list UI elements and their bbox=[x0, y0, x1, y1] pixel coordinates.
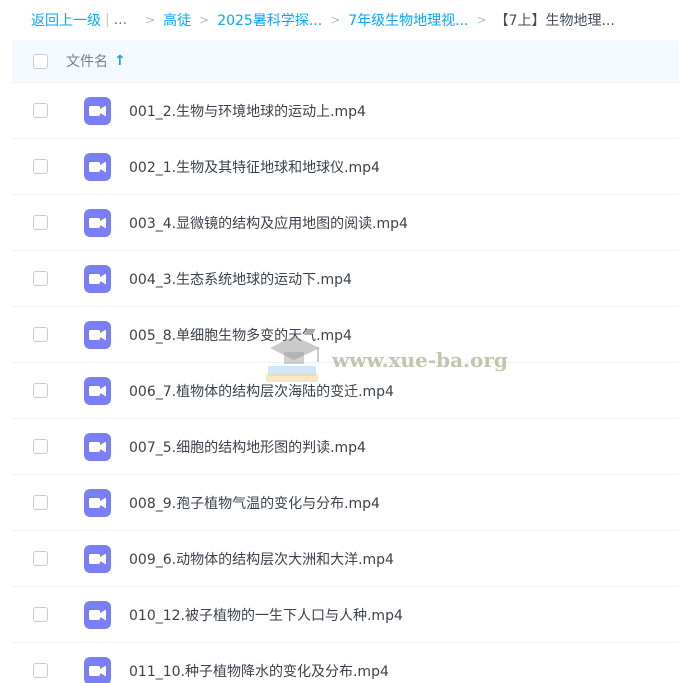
video-file-icon bbox=[84, 656, 111, 683]
video-file-icon bbox=[84, 376, 111, 405]
file-checkbox[interactable] bbox=[33, 495, 48, 510]
video-file-icon bbox=[84, 152, 111, 181]
breadcrumb: 返回上一级 | ... > 高徒 > 2025暑科学探... > 7年级生物地理… bbox=[0, 0, 679, 40]
file-name[interactable]: 003_4.显微镜的结构及应用地图的阅读.mp4 bbox=[129, 213, 408, 233]
breadcrumb-item-gaotu[interactable]: 高徒 bbox=[163, 10, 191, 30]
file-rows: 001_2.生物与环境地球的运动上.mp4 002_1.生物及其特征地球和地球仪.… bbox=[12, 83, 679, 683]
video-file-icon bbox=[84, 208, 111, 237]
breadcrumb-divider: | bbox=[105, 12, 110, 28]
breadcrumb-item-summer-science[interactable]: 2025暑科学探... bbox=[217, 10, 322, 30]
file-row[interactable]: 003_4.显微镜的结构及应用地图的阅读.mp4 bbox=[12, 195, 679, 251]
breadcrumb-arrow-icon: > bbox=[476, 13, 487, 27]
file-row[interactable]: 008_9.孢子植物气温的变化与分布.mp4 bbox=[12, 475, 679, 531]
column-header-filename[interactable]: 文件名 bbox=[66, 51, 108, 71]
file-checkbox[interactable] bbox=[33, 271, 48, 286]
file-name[interactable]: 002_1.生物及其特征地球和地球仪.mp4 bbox=[129, 157, 380, 177]
sort-ascending-icon[interactable]: ↑ bbox=[114, 53, 126, 69]
file-name[interactable]: 005_8.单细胞生物多变的天气.mp4 bbox=[129, 325, 352, 345]
back-link[interactable]: 返回上一级 bbox=[31, 10, 101, 30]
file-name[interactable]: 008_9.孢子植物气温的变化与分布.mp4 bbox=[129, 493, 380, 513]
file-row[interactable]: 007_5.细胞的结构地形图的判读.mp4 bbox=[12, 419, 679, 475]
breadcrumb-arrow-icon: > bbox=[145, 13, 156, 27]
file-row[interactable]: 002_1.生物及其特征地球和地球仪.mp4 bbox=[12, 139, 679, 195]
file-row[interactable]: 006_7.植物体的结构层次海陆的变迁.mp4 bbox=[12, 363, 679, 419]
file-row[interactable]: 011_10.种子植物降水的变化及分布.mp4 bbox=[12, 643, 679, 683]
video-file-icon bbox=[84, 320, 111, 349]
file-name[interactable]: 001_2.生物与环境地球的运动上.mp4 bbox=[129, 101, 366, 121]
breadcrumb-item-grade7-video[interactable]: 7年级生物地理视... bbox=[348, 10, 468, 30]
file-name[interactable]: 011_10.种子植物降水的变化及分布.mp4 bbox=[129, 661, 389, 681]
file-list: 文件名 ↑ 001_2.生物与环境地球的运动上.mp4 002_1.生物及其特征地… bbox=[12, 40, 679, 683]
file-checkbox[interactable] bbox=[33, 551, 48, 566]
select-all-checkbox[interactable] bbox=[33, 53, 48, 69]
breadcrumb-arrow-icon: > bbox=[330, 13, 341, 27]
file-checkbox[interactable] bbox=[33, 439, 48, 454]
video-file-icon bbox=[84, 432, 111, 461]
file-row[interactable]: 001_2.生物与环境地球的运动上.mp4 bbox=[12, 83, 679, 139]
file-list-header: 文件名 ↑ bbox=[12, 40, 679, 83]
video-file-icon bbox=[84, 544, 111, 573]
file-name[interactable]: 010_12.被子植物的一生下人口与人种.mp4 bbox=[129, 605, 403, 625]
video-file-icon bbox=[84, 488, 111, 517]
file-checkbox[interactable] bbox=[33, 103, 48, 118]
breadcrumb-arrow-icon: > bbox=[199, 13, 210, 27]
file-checkbox[interactable] bbox=[33, 663, 48, 678]
file-checkbox[interactable] bbox=[33, 215, 48, 230]
file-checkbox[interactable] bbox=[33, 607, 48, 622]
file-row[interactable]: 009_6.动物体的结构层次大洲和大洋.mp4 bbox=[12, 531, 679, 587]
file-checkbox[interactable] bbox=[33, 383, 48, 398]
file-name[interactable]: 009_6.动物体的结构层次大洲和大洋.mp4 bbox=[129, 549, 394, 569]
video-file-icon bbox=[84, 600, 111, 629]
file-name[interactable]: 004_3.生态系统地球的运动下.mp4 bbox=[129, 269, 352, 289]
file-name[interactable]: 006_7.植物体的结构层次海陆的变迁.mp4 bbox=[129, 381, 394, 401]
breadcrumb-current: 【7上】生物地理... bbox=[494, 13, 615, 29]
file-name[interactable]: 007_5.细胞的结构地形图的判读.mp4 bbox=[129, 437, 366, 457]
breadcrumb-ellipsis[interactable]: ... bbox=[114, 12, 127, 28]
file-row[interactable]: 005_8.单细胞生物多变的天气.mp4 bbox=[12, 307, 679, 363]
file-row[interactable]: 004_3.生态系统地球的运动下.mp4 bbox=[12, 251, 679, 307]
file-checkbox[interactable] bbox=[33, 159, 48, 174]
video-file-icon bbox=[84, 96, 111, 125]
video-file-icon bbox=[84, 264, 111, 293]
file-checkbox[interactable] bbox=[33, 327, 48, 342]
file-row[interactable]: 010_12.被子植物的一生下人口与人种.mp4 bbox=[12, 587, 679, 643]
